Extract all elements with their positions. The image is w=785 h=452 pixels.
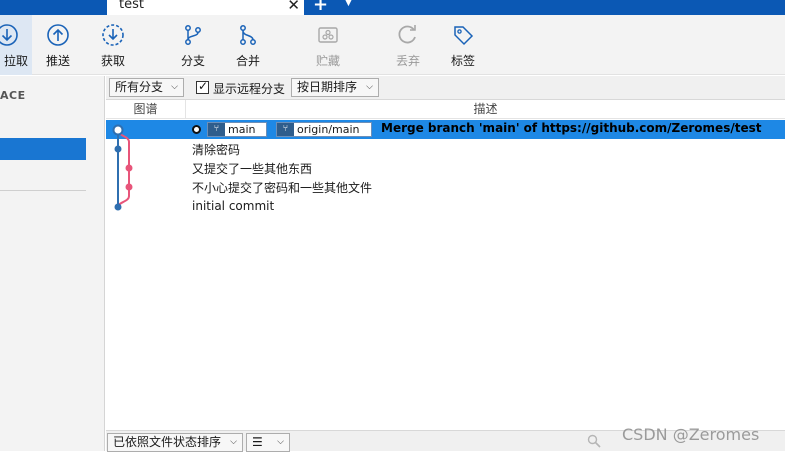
- branch-icon: ⑂: [208, 123, 225, 136]
- branch-button[interactable]: 分支: [175, 15, 211, 75]
- fetch-button[interactable]: 获取: [95, 15, 131, 75]
- chevron-down-icon: ⌵: [230, 437, 237, 447]
- commit-list-header: 图谱 描述: [106, 100, 785, 119]
- pull-icon: [0, 24, 18, 46]
- sidebar-divider: [0, 190, 86, 191]
- merge-icon: [240, 25, 256, 45]
- column-header-graph[interactable]: 图谱: [106, 100, 186, 119]
- ref-tag-label: origin/main: [297, 123, 360, 136]
- commit-row[interactable]: ⑂ main ⑂ origin/main Merge branch 'main' o…: [106, 120, 785, 139]
- repo-tab-title: test: [119, 0, 144, 12]
- chevron-down-icon: ⌵: [171, 82, 178, 92]
- close-tab-icon[interactable]: ✕: [287, 0, 300, 14]
- graph-node-main: [114, 145, 122, 153]
- title-bar: test ✕ + ▼: [0, 0, 785, 15]
- merge-label: 合并: [235, 54, 260, 68]
- file-sort-dropdown[interactable]: 已依照文件状态排序 ⌵: [107, 433, 243, 452]
- discard-label: 丢弃: [395, 54, 420, 68]
- graph-node-merge: [112, 124, 124, 136]
- repo-tab[interactable]: test ✕: [104, 0, 304, 15]
- chevron-down-icon: ⌵: [366, 82, 373, 92]
- commit-message: 清除密码: [192, 143, 241, 157]
- search-icon[interactable]: [587, 434, 601, 448]
- graph-node-branch: [125, 164, 133, 172]
- ref-tag-label: main: [228, 123, 256, 136]
- new-tab-icon[interactable]: +: [313, 0, 328, 15]
- commit-message: Merge branch 'main' of https://github.co…: [381, 121, 762, 135]
- commit-row[interactable]: initial commit: [106, 198, 785, 217]
- commit-message: 又提交了一些其他东西: [192, 162, 313, 176]
- pull-button[interactable]: 拉取: [0, 15, 32, 75]
- stash-label: 贮藏: [315, 54, 340, 68]
- commit-list: ⑂ main ⑂ origin/main Merge branch 'main' o…: [106, 119, 785, 430]
- filter-bar: 所有分支 ⌵ ✓ 显示远程分支 按日期排序 ⌵: [106, 76, 785, 100]
- watermark: CSDN @Zeromes: [622, 425, 760, 444]
- branch-filter-dropdown[interactable]: 所有分支 ⌵: [109, 78, 184, 97]
- show-remote-label: 显示远程分支: [213, 82, 286, 96]
- push-icon: [47, 24, 69, 46]
- tab-menu-icon[interactable]: ▼: [345, 0, 352, 8]
- commit-message: initial commit: [192, 199, 275, 213]
- sidebar: ACE: [0, 76, 105, 451]
- commit-graph: [112, 124, 133, 211]
- show-remote-checkbox[interactable]: ✓: [196, 79, 209, 94]
- head-indicator-icon: [192, 125, 201, 134]
- sort-order-value: 按日期排序: [297, 80, 358, 94]
- ref-tag-main[interactable]: ⑂ main: [207, 122, 267, 137]
- branch-icon: ⑂: [277, 123, 294, 136]
- commit-row[interactable]: 清除密码: [106, 140, 785, 159]
- checkmark-icon: ✓: [198, 79, 209, 93]
- pull-label: 拉取: [3, 54, 28, 68]
- commit-row[interactable]: 又提交了一些其他东西: [106, 159, 785, 178]
- push-button[interactable]: 推送: [40, 15, 76, 75]
- tag-icon: [454, 26, 474, 46]
- branch-filter-value: 所有分支: [115, 80, 164, 94]
- view-mode-dropdown[interactable]: ☰ ⌵: [246, 433, 290, 452]
- discard-button[interactable]: 丢弃: [390, 15, 426, 75]
- file-sort-value: 已依照文件状态排序: [113, 435, 222, 449]
- chevron-down-icon: ⌵: [277, 437, 284, 447]
- tag-button[interactable]: 标签: [445, 15, 481, 75]
- tag-label: 标签: [450, 54, 475, 68]
- list-icon: ☰: [252, 435, 263, 449]
- column-header-description[interactable]: 描述: [186, 100, 785, 119]
- stash-icon: [318, 27, 338, 43]
- push-label: 推送: [45, 54, 70, 68]
- commit-row[interactable]: 不小心提交了密码和一些其他文件: [106, 178, 785, 197]
- sort-order-dropdown[interactable]: 按日期排序 ⌵: [291, 78, 379, 97]
- toolbar: 拉取 推送 获取 分支 合并 贮藏 丢弃 标签: [0, 15, 785, 75]
- merge-button[interactable]: 合并: [230, 15, 266, 75]
- fetch-label: 获取: [100, 54, 125, 68]
- graph-node-root: [114, 203, 122, 211]
- sidebar-item-selected[interactable]: [0, 138, 86, 160]
- fetch-icon: [102, 24, 124, 46]
- sidebar-workspace-heading: ACE: [0, 89, 26, 102]
- graph-node-branch: [125, 183, 133, 191]
- discard-icon: [398, 25, 416, 44]
- branch-icon: [185, 25, 201, 45]
- commit-message: 不小心提交了密码和一些其他文件: [192, 181, 373, 195]
- branch-label: 分支: [180, 54, 205, 68]
- ref-tag-origin-main[interactable]: ⑂ origin/main: [276, 122, 372, 137]
- stash-button[interactable]: 贮藏: [310, 15, 346, 75]
